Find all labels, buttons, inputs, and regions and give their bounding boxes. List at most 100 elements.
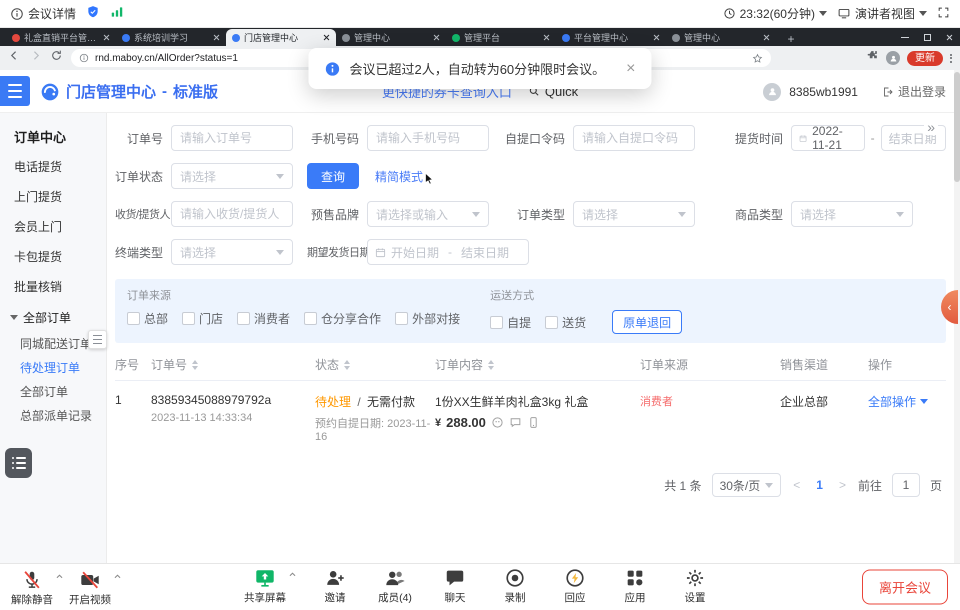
next-page-button[interactable]: > <box>837 478 848 492</box>
settings-button[interactable]: 设置 <box>673 567 717 605</box>
tab-close-icon[interactable] <box>653 34 660 41</box>
leave-meeting-button[interactable]: 离开会议 <box>862 570 948 605</box>
pickup-code-input[interactable] <box>573 125 695 151</box>
tab-close-icon[interactable] <box>763 34 770 41</box>
mic-options-chevron-icon[interactable] <box>55 573 64 580</box>
view-mode-switch[interactable]: 演讲者视图 <box>837 5 927 22</box>
refresh-icon[interactable] <box>50 49 63 67</box>
sidebar-item-batch-verify[interactable]: 批量核销 <box>0 271 106 301</box>
order-status-select[interactable]: 请选择 <box>171 163 293 189</box>
simple-mode-link[interactable]: 精简模式 <box>375 167 436 186</box>
ship-date-range-input[interactable]: 开始日期 - 结束日期 <box>367 239 529 265</box>
sidebar-item-pending-orders[interactable]: 待处理订单 <box>0 355 106 379</box>
sidebar-item-member-visit[interactable]: 会员上门 <box>0 211 106 241</box>
maximize-icon[interactable] <box>916 28 938 46</box>
checkbox-self-pickup[interactable]: 自提 <box>490 314 531 331</box>
page-size-select[interactable]: 30条/页 <box>712 473 782 497</box>
reaction-button[interactable]: 回应 <box>553 567 597 605</box>
sort-icon[interactable] <box>488 357 494 373</box>
sidebar-toggle-button[interactable] <box>0 76 30 106</box>
current-page[interactable]: 1 <box>812 478 827 492</box>
browser-update-button[interactable]: 更新 <box>907 51 943 66</box>
close-icon[interactable] <box>938 28 960 46</box>
browser-profile-avatar[interactable] <box>886 51 900 65</box>
scrollbar-thumb[interactable] <box>954 72 960 182</box>
sidebar-item-phone-pickup[interactable]: 电话提货 <box>0 151 106 181</box>
browser-menu-icon[interactable] <box>950 52 952 64</box>
goods-type-select[interactable]: 请选择 <box>791 201 913 227</box>
video-options-chevron-icon[interactable] <box>113 573 122 580</box>
tab-close-icon[interactable] <box>323 34 330 41</box>
order-no-value[interactable]: 83859345088979792a <box>151 393 315 407</box>
checkbox-source-warehouse-coop[interactable]: 仓分享合作 <box>304 310 381 327</box>
original-return-button[interactable]: 原单退回 <box>612 310 682 334</box>
apps-button[interactable]: 应用 <box>613 567 657 605</box>
forward-icon[interactable] <box>29 49 42 67</box>
network-signal-icon[interactable] <box>110 5 124 22</box>
start-video-button[interactable]: 开启视频 <box>68 569 112 607</box>
expand-toolbar-icon[interactable]: » <box>924 119 938 135</box>
browser-tab[interactable]: 平台管理中心 <box>556 29 666 46</box>
order-no-input[interactable] <box>171 125 293 151</box>
back-icon[interactable] <box>8 49 21 67</box>
col-order-no[interactable]: 订单号 <box>151 356 315 373</box>
chat-button[interactable]: 聊天 <box>433 567 477 605</box>
browser-tab[interactable]: 管理中心 <box>336 29 446 46</box>
invite-button[interactable]: 邀请 <box>313 567 357 605</box>
checkbox-source-external[interactable]: 外部对接 <box>395 310 460 327</box>
sidebar-group-all-orders[interactable]: 全部订单 <box>0 303 106 331</box>
checkbox-source-store[interactable]: 门店 <box>182 310 223 327</box>
bookmark-star-icon[interactable] <box>752 53 763 64</box>
share-options-chevron-icon[interactable] <box>288 571 297 578</box>
row-action-dropdown[interactable]: 全部操作 <box>868 393 946 410</box>
share-screen-button[interactable]: 共享屏幕 <box>243 567 287 605</box>
close-icon[interactable]: × <box>626 61 635 77</box>
col-status[interactable]: 状态 <box>315 356 435 373</box>
site-info-icon[interactable] <box>79 53 89 63</box>
checkbox-delivery[interactable]: 送货 <box>545 314 586 331</box>
brand-select[interactable]: 请选择或输入 <box>367 201 489 227</box>
sort-icon[interactable] <box>344 357 350 373</box>
unmute-button[interactable]: 解除静音 <box>10 569 54 607</box>
tab-close-icon[interactable] <box>103 34 110 41</box>
message-icon[interactable] <box>509 416 522 429</box>
minimize-icon[interactable] <box>894 28 916 46</box>
checkbox-source-consumer[interactable]: 消费者 <box>237 310 290 327</box>
browser-tab[interactable]: 礼盒直销平台管理中心 <box>6 29 116 46</box>
browser-tab[interactable]: 系统培训学习 <box>116 29 226 46</box>
shield-icon[interactable] <box>86 5 100 22</box>
sidebar-item-door-pickup[interactable]: 上门提货 <box>0 181 106 211</box>
members-button[interactable]: 成员(4) <box>373 567 417 605</box>
wechat-pay-icon[interactable] <box>491 416 504 429</box>
fullscreen-icon[interactable] <box>937 6 950 22</box>
floating-list-button[interactable] <box>5 448 32 478</box>
meeting-timer[interactable]: 23:32(60分钟) <box>723 5 827 22</box>
checkbox-source-hq[interactable]: 总部 <box>127 310 168 327</box>
query-button[interactable]: 查询 <box>307 163 359 189</box>
tab-close-icon[interactable] <box>213 34 220 41</box>
prev-page-button[interactable]: < <box>791 478 802 492</box>
meeting-details-button[interactable]: 会议详情 <box>10 5 76 22</box>
terminal-type-select[interactable]: 请选择 <box>171 239 293 265</box>
goto-page-input[interactable] <box>892 473 920 497</box>
sidebar-item-all-orders[interactable]: 全部订单 <box>0 379 106 403</box>
browser-tab[interactable]: 管理中心 <box>666 29 776 46</box>
sort-icon[interactable] <box>192 357 198 373</box>
sidebar-item-hq-dispatch[interactable]: 总部派单记录 <box>0 403 106 427</box>
receiver-input[interactable] <box>171 201 293 227</box>
browser-tab[interactable]: 管理平台 <box>446 29 556 46</box>
tab-close-icon[interactable] <box>433 34 440 41</box>
mobile-icon[interactable] <box>527 416 540 429</box>
user-avatar[interactable] <box>763 83 781 101</box>
record-button[interactable]: 录制 <box>493 567 537 605</box>
new-tab-button[interactable]: + <box>782 31 800 46</box>
col-content[interactable]: 订单内容 <box>435 356 640 373</box>
phone-input[interactable] <box>367 125 489 151</box>
sidebar-drag-handle[interactable] <box>88 330 107 349</box>
tab-close-icon[interactable] <box>543 34 550 41</box>
order-type-select[interactable]: 请选择 <box>573 201 695 227</box>
logout-button[interactable]: 退出登录 <box>882 83 946 100</box>
pickup-start-date-input[interactable]: 2022-11-21 <box>791 125 865 151</box>
browser-tab-active[interactable]: 门店管理中心 <box>226 29 336 46</box>
sidebar-item-card-pickup[interactable]: 卡包提货 <box>0 241 106 271</box>
